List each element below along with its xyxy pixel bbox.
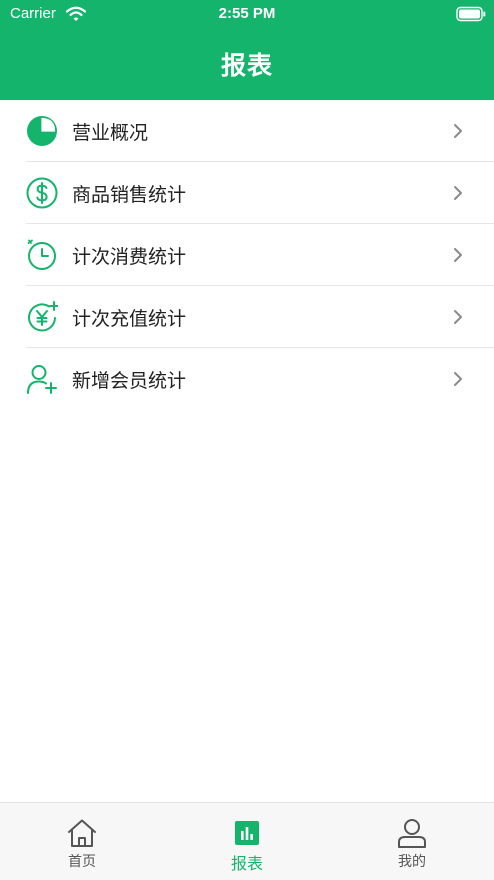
chevron-right-icon [454, 124, 462, 138]
status-bar: Carrier 2:55 PM [0, 0, 494, 30]
menu-item-label: 新增会员统计 [72, 370, 187, 392]
chevron-right-icon [454, 310, 462, 324]
tab-home[interactable]: 首页 [0, 803, 164, 880]
clock-icon [27, 239, 56, 270]
menu-item-count-recharge-stats[interactable]: 计次充值统计 [0, 286, 494, 348]
report-menu-list: 营业概况 商品销售统计 计次消费统计 计次充值统计 新增会员统计 [0, 100, 494, 410]
menu-item-label: 计次充值统计 [72, 308, 187, 330]
yen-plus-icon [28, 301, 58, 332]
menu-item-label: 营业概况 [72, 122, 149, 144]
tab-reports[interactable]: 报表 [165, 803, 329, 880]
bar-chart-icon [235, 821, 259, 845]
menu-item-label: 计次消费统计 [72, 246, 187, 268]
chevron-right-icon [454, 248, 462, 262]
add-user-icon [27, 365, 57, 394]
tab-label: 我的 [398, 854, 426, 870]
battery-icon [456, 6, 486, 22]
menu-item-product-sales-stats[interactable]: 商品销售统计 [0, 162, 494, 224]
top-header: Carrier 2:55 PM 报表 [0, 0, 494, 100]
tab-profile[interactable]: 我的 [330, 803, 494, 880]
chevron-right-icon [454, 372, 462, 386]
menu-item-count-consumption-stats[interactable]: 计次消费统计 [0, 224, 494, 286]
home-icon [68, 819, 96, 847]
tab-label: 首页 [68, 854, 96, 870]
menu-item-business-overview[interactable]: 营业概况 [0, 100, 494, 162]
tab-label: 报表 [230, 854, 263, 873]
clock-time: 2:55 PM [218, 5, 276, 22]
chevron-right-icon [454, 186, 462, 200]
dollar-circle-icon [26, 177, 58, 209]
menu-item-label: 商品销售统计 [72, 184, 187, 206]
bottom-tab-bar: 首页 报表 我的 [0, 802, 494, 880]
user-icon [398, 819, 426, 848]
pie-chart-icon [27, 116, 57, 146]
page-title: 报表 [220, 51, 273, 80]
menu-item-new-member-stats[interactable]: 新增会员统计 [0, 348, 494, 410]
